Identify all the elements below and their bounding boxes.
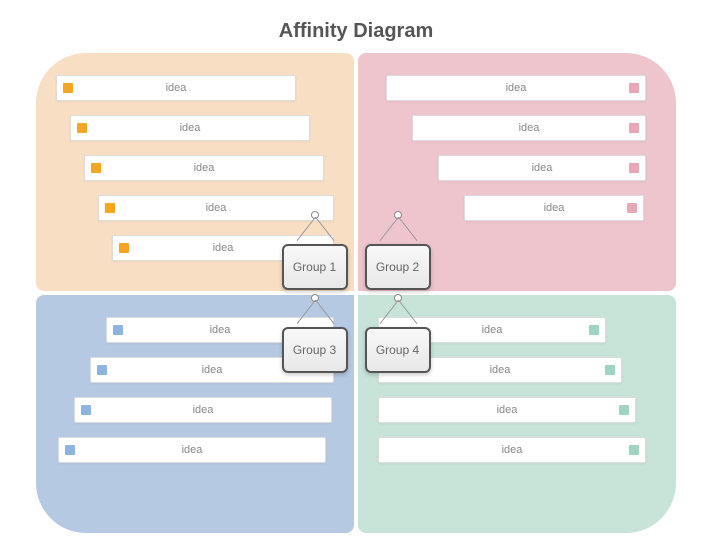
affinity-grid: idea idea idea idea idea idea idea idea … [36,53,676,533]
idea-card: idea [106,317,334,343]
idea-card: idea [112,235,334,261]
idea-label: idea [413,122,645,134]
square-icon [629,445,639,455]
idea-card: idea [378,437,646,463]
idea-label: idea [71,122,309,134]
idea-label: idea [85,162,323,174]
quadrant-3: idea idea idea idea [36,295,354,533]
idea-label: idea [379,444,645,456]
idea-card: idea [98,195,334,221]
idea-label: idea [57,82,295,94]
idea-card: idea [464,195,644,221]
idea-label: idea [379,404,635,416]
idea-label: idea [75,404,331,416]
idea-card: idea [58,437,326,463]
diagram-title: Affinity Diagram [0,0,712,53]
idea-label: idea [387,82,645,94]
idea-card: idea [56,75,296,101]
square-icon [65,445,75,455]
idea-label: idea [465,202,643,214]
idea-label: idea [439,162,645,174]
idea-label: idea [107,324,333,336]
idea-card: idea [90,357,334,383]
idea-card: idea [74,397,332,423]
square-icon [619,405,629,415]
idea-card: idea [84,155,324,181]
square-icon [91,163,101,173]
square-icon [97,365,107,375]
square-icon [63,83,73,93]
idea-label: idea [99,202,333,214]
idea-card: idea [386,75,646,101]
idea-label: idea [379,364,621,376]
idea-card: idea [438,155,646,181]
square-icon [589,325,599,335]
square-icon [77,123,87,133]
square-icon [113,325,123,335]
square-icon [629,163,639,173]
idea-label: idea [379,324,605,336]
idea-card: idea [70,115,310,141]
quadrant-4: idea idea idea idea [358,295,676,533]
quadrant-2: idea idea idea idea [358,53,676,291]
idea-label: idea [59,444,325,456]
idea-card: idea [378,317,606,343]
idea-card: idea [412,115,646,141]
square-icon [81,405,91,415]
square-icon [105,203,115,213]
square-icon [629,123,639,133]
idea-label: idea [113,242,333,254]
square-icon [119,243,129,253]
idea-card: idea [378,357,622,383]
idea-card: idea [378,397,636,423]
square-icon [629,83,639,93]
idea-label: idea [91,364,333,376]
square-icon [605,365,615,375]
square-icon [627,203,637,213]
quadrant-1: idea idea idea idea idea [36,53,354,291]
